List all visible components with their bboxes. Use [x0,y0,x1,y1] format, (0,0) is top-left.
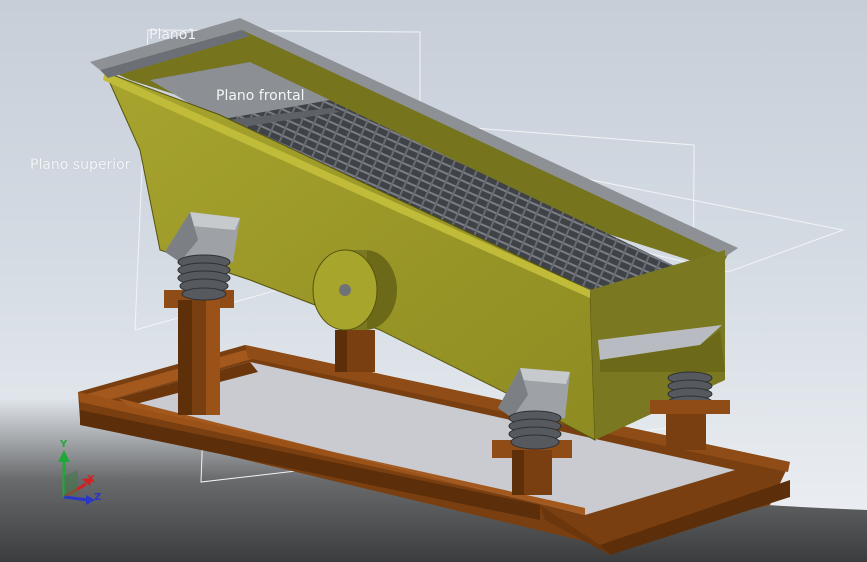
rear-post-right [666,410,706,450]
drive-wheel[interactable] [312,249,397,331]
cad-viewport[interactable]: Plano1 Plano frontal Plano superior Y X … [0,0,867,562]
plane-superior-label[interactable]: Plano superior [30,157,130,173]
x-axis-label: X [87,474,95,485]
y-axis-label: Y [60,439,68,450]
plane-frontal-label[interactable]: Plano frontal [216,88,305,104]
z-axis-label: Z [94,492,102,503]
vibrating-screen-model[interactable] [0,0,867,562]
plane1-label[interactable]: Plano1 [149,27,196,43]
